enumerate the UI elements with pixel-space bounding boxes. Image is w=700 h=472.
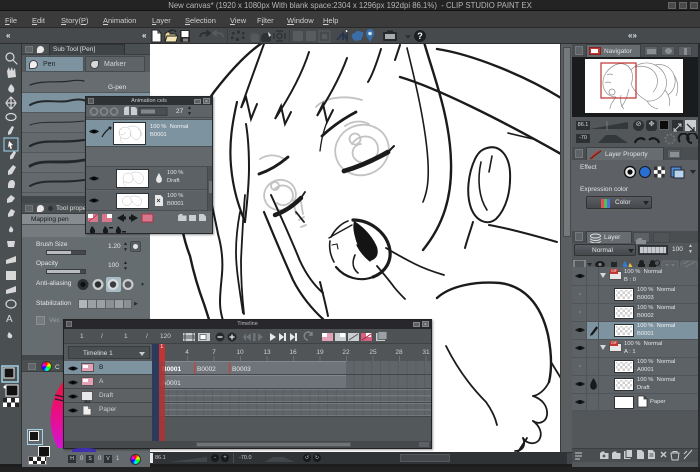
svg-text:7: 7 <box>212 349 216 356</box>
svg-text:10: 10 <box>236 349 244 356</box>
svg-text:16: 16 <box>289 349 297 356</box>
svg-text:28: 28 <box>395 349 403 356</box>
svg-text:B0003: B0003 <box>232 366 251 373</box>
svg-text:13: 13 <box>263 349 271 356</box>
svg-text:19: 19 <box>316 349 324 356</box>
svg-text:B0002: B0002 <box>197 366 216 373</box>
svg-text:B0001: B0001 <box>162 366 182 373</box>
svg-text:?: ? <box>417 31 423 41</box>
svg-text:31: 31 <box>422 349 430 356</box>
svg-text:G-pen: G-pen <box>108 84 126 91</box>
svg-text:A0001: A0001 <box>162 380 181 387</box>
svg-text:4: 4 <box>185 349 189 356</box>
svg-text:A: A <box>6 314 13 325</box>
svg-text:25: 25 <box>369 349 377 356</box>
svg-text:22: 22 <box>342 349 350 356</box>
